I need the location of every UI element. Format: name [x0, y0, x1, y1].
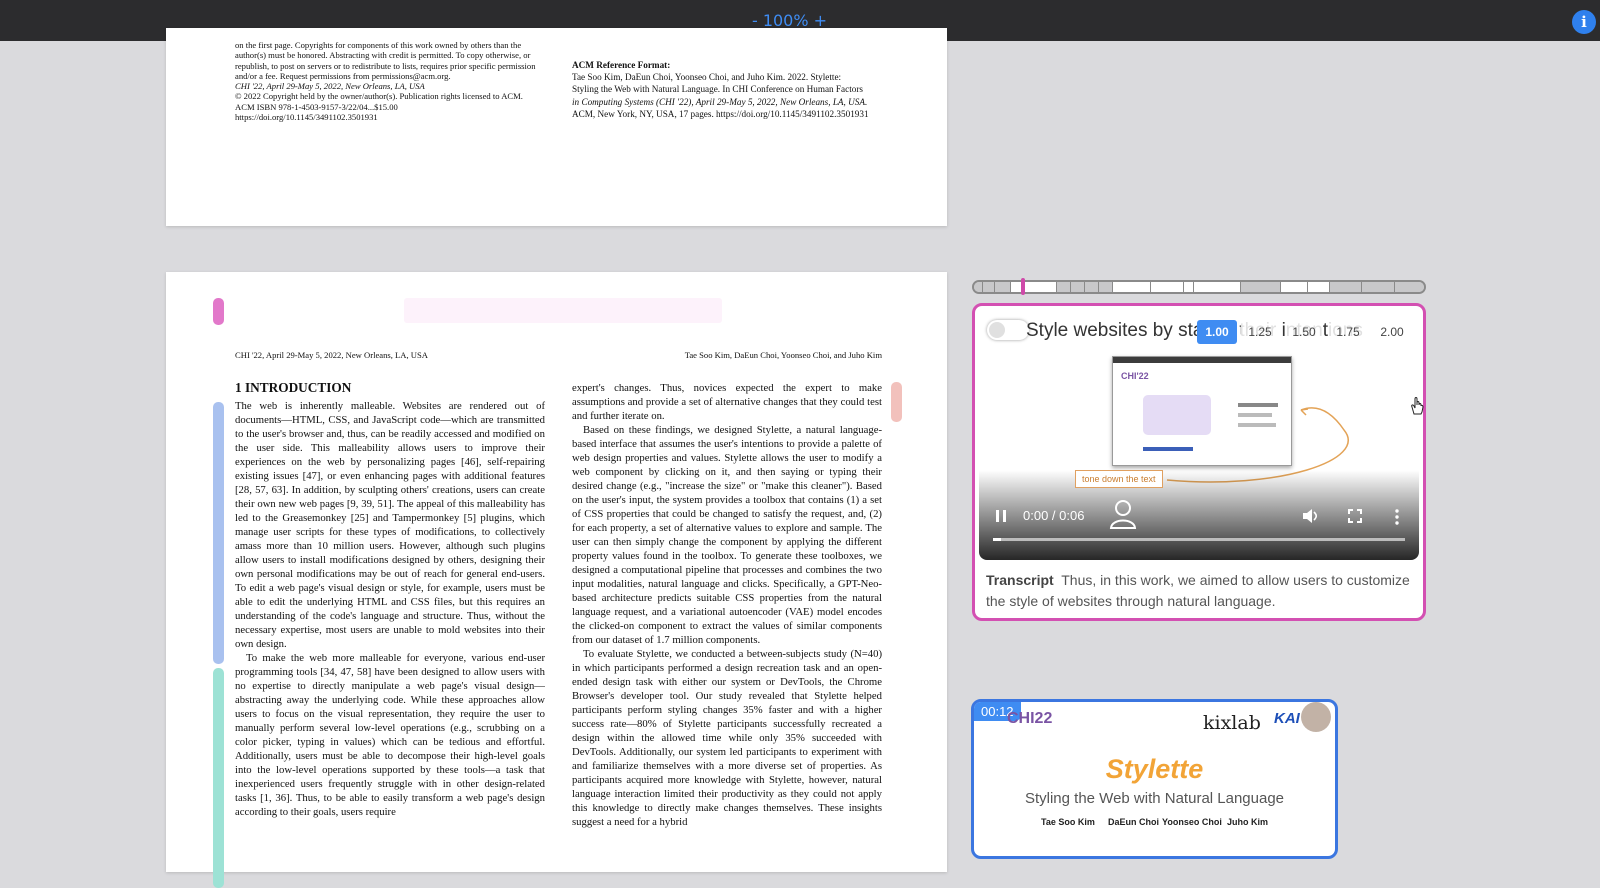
- timeline-segment[interactable]: [983, 282, 995, 292]
- timeline-segment[interactable]: [1099, 282, 1113, 292]
- running-header-right: Tae Soo Kim, DaEun Choi, Yoonseo Choi, a…: [684, 350, 882, 360]
- timeline-segment[interactable]: [1330, 282, 1362, 292]
- prompt-bubble: tone down the text: [1075, 470, 1163, 488]
- acm-reference: ACM Reference Format: Tae Soo Kim, DaEun…: [572, 59, 882, 120]
- hand-cursor-icon: [1411, 397, 1424, 415]
- timeline-segment[interactable]: [1308, 282, 1330, 292]
- paragraph: To make the web more malleable for every…: [235, 652, 545, 818]
- timeline-segment[interactable]: [1194, 282, 1241, 292]
- copyright-block: on the first page. Copyrights for compon…: [235, 40, 545, 122]
- timeline-segment[interactable]: [1184, 282, 1194, 292]
- timeline-segment[interactable]: [1071, 282, 1085, 292]
- highlight-bar-blue[interactable]: [213, 402, 224, 664]
- speaker-avatar: [1301, 702, 1331, 732]
- video-progress-bar[interactable]: [993, 538, 1405, 541]
- volume-icon[interactable]: [1302, 508, 1320, 524]
- section-title: 1 INTRODUCTION: [235, 380, 352, 395]
- video-card-active[interactable]: Style websites by stating their intentio…: [972, 303, 1426, 621]
- acm-reference-line: Tae Soo Kim, DaEun Choi, Yoonseo Choi, a…: [572, 72, 842, 83]
- timeline-playhead[interactable]: [1021, 278, 1025, 295]
- slide-author: Tae Soo Kim: [1041, 817, 1095, 827]
- timeline-segment[interactable]: [1057, 282, 1071, 292]
- video-time: 0:00 / 0:06: [1023, 508, 1085, 523]
- right-column: expert's changes. Thus, novices expected…: [572, 381, 882, 829]
- copyright-line: on the first page. Copyrights for compon…: [235, 40, 522, 50]
- info-icon[interactable]: i: [1572, 10, 1596, 34]
- slide-author: Juho Kim: [1227, 817, 1269, 827]
- copyright-line: https://doi.org/10.1145/3491102.3501931: [235, 112, 378, 123]
- slide-author: DaEun Choi: [1108, 817, 1159, 827]
- video-player[interactable]: Style websites by stating their intentio…: [979, 310, 1419, 560]
- running-header-left: CHI '22, April 29-May 5, 2022, New Orlea…: [235, 350, 428, 360]
- highlight-bar-salmon[interactable]: [891, 382, 902, 422]
- timeline-segment[interactable]: [1085, 282, 1099, 292]
- chi-logo: CHI22: [1007, 710, 1053, 727]
- acm-reference-heading: ACM Reference Format:: [572, 60, 671, 70]
- copyright-line: author(s) must be honored. Abstracting w…: [235, 50, 531, 61]
- person-icon: [1109, 500, 1137, 529]
- copyright-line: © 2022 Copyright held by the owner/autho…: [235, 91, 523, 102]
- highlight-band: [404, 298, 722, 323]
- timeline-segment[interactable]: [1011, 282, 1057, 292]
- slide-subtitle: Styling the Web with Natural Language: [1024, 790, 1285, 807]
- copyright-line: ACM ISBN 978-1-4503-9157-3/22/04...$15.0…: [235, 101, 398, 112]
- timeline-segment[interactable]: [1281, 282, 1308, 292]
- slide-author: Yoonseo Choi: [1162, 817, 1222, 827]
- paragraph: The web is inherently malleable. Website…: [235, 400, 545, 650]
- pause-icon[interactable]: [994, 509, 1008, 523]
- fullscreen-icon[interactable]: [1348, 509, 1362, 523]
- transcript-label: Transcript: [986, 572, 1054, 588]
- timeline-segment[interactable]: [1113, 282, 1151, 292]
- timeline-segment[interactable]: [1151, 282, 1184, 292]
- left-column: The web is inherently malleable. Website…: [235, 399, 545, 819]
- highlight-marker-pink[interactable]: [213, 298, 224, 325]
- pdf-page-1: on the first page. Copyrights for compon…: [166, 28, 947, 226]
- copyright-line: CHI '22, April 29-May 5, 2022, New Orlea…: [235, 81, 425, 92]
- timeline-segment[interactable]: [995, 282, 1011, 292]
- highlight-bar-teal[interactable]: [213, 668, 224, 888]
- kaist-logo: KAI: [1274, 710, 1300, 727]
- acm-reference-line: in Computing Systems (CHI '22), April 29…: [572, 96, 868, 107]
- transcript: Transcript Thus, in this work, we aimed …: [986, 570, 1416, 612]
- copyright-line: republish, to post on servers or to redi…: [235, 60, 536, 71]
- timeline-segment[interactable]: [1362, 282, 1395, 292]
- kixlab-logo: kixlab: [1203, 712, 1261, 734]
- more-vertical-icon[interactable]: [1394, 509, 1400, 525]
- slide-title: Stylette: [1105, 754, 1204, 784]
- video-timeline[interactable]: [972, 280, 1426, 294]
- paragraph: Based on these findings, we designed Sty…: [572, 424, 882, 646]
- video-card-slide[interactable]: 00:12 CHI22 kixlab KAI Stylette Styling …: [971, 699, 1338, 859]
- timeline-segment[interactable]: [974, 282, 983, 292]
- paragraph: To evaluate Stylette, we conducted a bet…: [572, 648, 882, 828]
- acm-reference-line: ACM, New York, NY, USA, 17 pages. https:…: [572, 108, 869, 119]
- timeline-segment[interactable]: [1395, 282, 1424, 292]
- copyright-line: and/or a fee. Request permissions from p…: [235, 70, 451, 81]
- video-progress-fill: [993, 538, 1002, 541]
- timeline-segment[interactable]: [1241, 282, 1281, 292]
- pdf-page-2: CHI '22, April 29-May 5, 2022, New Orlea…: [166, 272, 947, 888]
- paragraph: expert's changes. Thus, novices expected…: [572, 382, 882, 422]
- acm-reference-line: Styling the Web with Natural Language. I…: [572, 84, 863, 95]
